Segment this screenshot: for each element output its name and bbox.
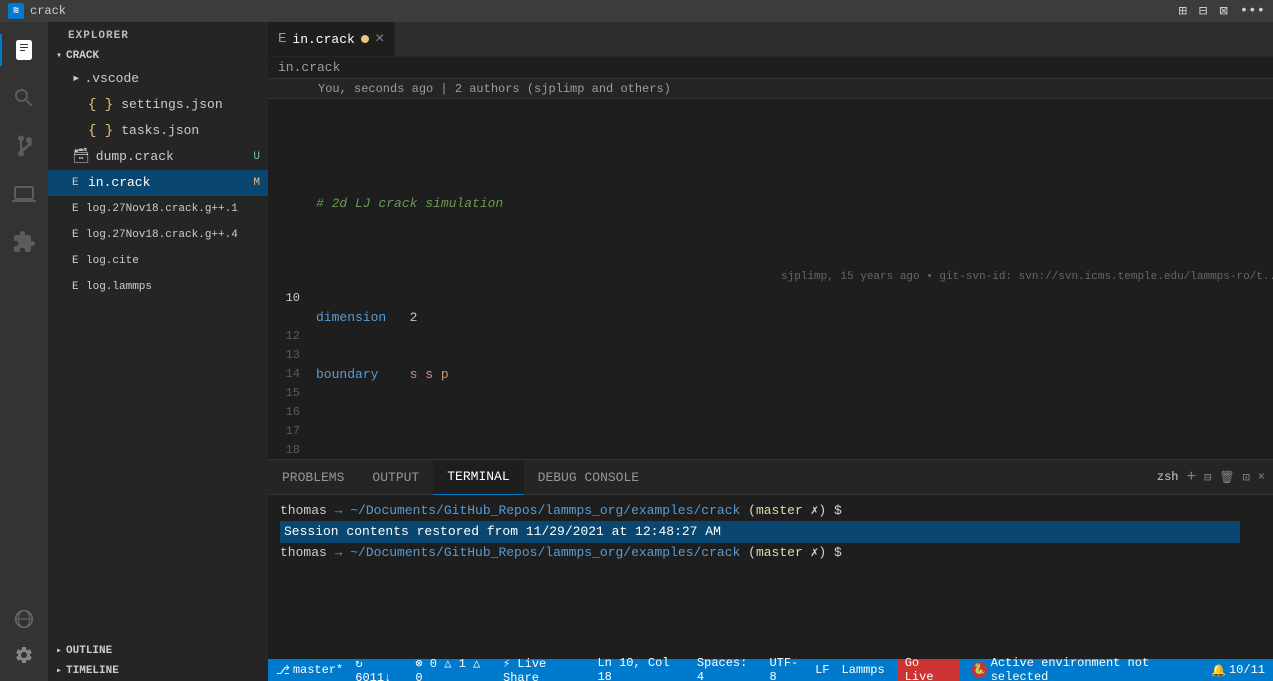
layout-icon[interactable]: ⊟ [1199, 3, 1207, 20]
explorer-item-in-crack[interactable]: E in.crack M [48, 170, 268, 196]
activity-icon-search[interactable] [0, 74, 48, 122]
timeline-section-header[interactable]: ▸ TIMELINE [48, 661, 268, 681]
blame-tooltip: sjplimp, 15 years ago • git-svn-id: svn:… [773, 269, 1273, 285]
split-icon[interactable]: ⊠ [1219, 3, 1227, 20]
explorer-item-settings-json[interactable]: { } settings.json [48, 92, 268, 118]
explorer-item-log1[interactable]: E log.27Nov18.crack.g++.1 [48, 196, 268, 222]
dump-crack-badge: U [253, 146, 260, 168]
activity-icon-explorer[interactable] [0, 26, 48, 74]
activity-bar [0, 22, 48, 681]
explorer-item-dump-crack[interactable]: 🗃 dump.crack U [48, 144, 268, 170]
language-mode-item[interactable]: Lammps [842, 663, 885, 677]
in-crack-badge: M [253, 172, 260, 194]
explorer-section-header[interactable]: ▾ CRACK [48, 46, 268, 66]
terminal-tabs-bar: PROBLEMS OUTPUT TERMINAL DEBUG CONSOLE z… [268, 460, 1273, 495]
terminal-content[interactable]: thomas → ~/Documents/GitHub_Repos/lammps… [268, 495, 1273, 659]
terminal-add-icon[interactable]: + [1186, 468, 1196, 486]
tab-modified-indicator [361, 35, 369, 43]
errors-item[interactable]: ⊗ 0 △ 1 △ 0 [415, 656, 491, 681]
notifications-item[interactable]: 🔔 10/11 [1211, 663, 1265, 678]
more-icon[interactable]: ••• [1240, 3, 1265, 20]
app-icon: ≋ [8, 3, 24, 19]
tab-bar: E in.crack × [268, 22, 1273, 57]
terminal-split-icon[interactable]: ⊟ [1204, 470, 1211, 485]
line-numbers: 10 12 13 14 15 16 17 18 19 20 21 22 23 2… [268, 99, 308, 459]
sidebar: Explorer ▾ CRACK ▸ .vscode { } settings.… [48, 22, 268, 681]
activity-icon-settings[interactable] [0, 637, 48, 673]
tab-debug-console[interactable]: DEBUG CONSOLE [524, 460, 653, 495]
explorer-item-tasks-json[interactable]: { } tasks.json [48, 118, 268, 144]
encoding-item[interactable]: UTF-8 [769, 656, 803, 681]
terminal-line-restored: Session contents restored from 11/29/202… [280, 521, 1261, 543]
explorer-item-log4[interactable]: E log.27Nov18.crack.g++.4 [48, 222, 268, 248]
status-bar: ⎇ master* ↻ 6011↓ ⊗ 0 △ 1 △ 0 ⚡ Live Sha… [268, 659, 1273, 681]
author-text: You, seconds ago | 2 authors (sjplimp an… [318, 82, 671, 96]
tab-output[interactable]: OUTPUT [358, 460, 433, 495]
tab-close-icon[interactable]: × [375, 30, 385, 48]
explorer-item-log-lammps[interactable]: E log.lammps [48, 274, 268, 300]
terminal-close-icon[interactable]: × [1258, 470, 1265, 484]
breadcrumb: in.crack [268, 57, 1273, 79]
titlebar-title: crack [30, 4, 66, 18]
activity-icon-extensions[interactable] [0, 218, 48, 266]
tab-problems[interactable]: PROBLEMS [268, 460, 358, 495]
tab-terminal[interactable]: TERMINAL [433, 460, 523, 495]
git-branch-label: master* [293, 663, 343, 677]
terminal-panel: PROBLEMS OUTPUT TERMINAL DEBUG CONSOLE z… [268, 459, 1273, 659]
python-icon: 🐍 [972, 662, 987, 678]
breadcrumb-path[interactable]: in.crack [278, 60, 340, 75]
line-ending-item[interactable]: LF [815, 663, 829, 677]
go-live-item[interactable]: Go Live [897, 659, 960, 681]
activity-icon-remote[interactable] [0, 601, 48, 637]
terminal-line-2: thomas → ~/Documents/GitHub_Repos/lammps… [280, 543, 1261, 563]
activity-icon-source-control[interactable] [0, 122, 48, 170]
tab-in-crack[interactable]: E in.crack × [268, 22, 395, 56]
git-icon: ⎇ [276, 663, 290, 678]
live-share-item[interactable]: ⚡ Live Share [503, 656, 585, 681]
terminal-line-1: thomas → ~/Documents/GitHub_Repos/lammps… [280, 501, 1261, 521]
tab-icon: E [278, 31, 286, 47]
cursor-position-item[interactable]: Ln 10, Col 18 [597, 656, 684, 681]
python-env-item[interactable]: 🐍 Active environment not selected [972, 656, 1199, 681]
remote-icon[interactable]: ⊞ [1178, 3, 1186, 20]
tab-label: in.crack [292, 32, 354, 47]
sync-item[interactable]: ↻ 6011↓ [355, 656, 403, 681]
explorer-item-log-cite[interactable]: E log.cite [48, 248, 268, 274]
code-editor[interactable]: 10 12 13 14 15 16 17 18 19 20 21 22 23 2… [268, 99, 1273, 459]
git-branch-item[interactable]: ⎇ master* [276, 663, 343, 678]
titlebar: ≋ crack ⊞ ⊟ ⊠ ••• [0, 0, 1273, 22]
terminal-maximize-icon[interactable]: ⊡ [1243, 470, 1250, 485]
outline-section-header[interactable]: ▸ OUTLINE [48, 641, 268, 661]
explorer-item-vscode[interactable]: ▸ .vscode [48, 66, 268, 92]
author-bar: You, seconds ago | 2 authors (sjplimp an… [268, 79, 1273, 99]
activity-icon-run[interactable] [0, 170, 48, 218]
terminal-shell-label: zsh [1157, 470, 1179, 484]
terminal-trash-icon[interactable]: 🗑 [1219, 470, 1234, 485]
indentation-item[interactable]: Spaces: 4 [697, 656, 758, 681]
sidebar-header: Explorer [48, 22, 268, 46]
editor-area: E in.crack × in.crack You, seconds ago |… [268, 22, 1273, 681]
